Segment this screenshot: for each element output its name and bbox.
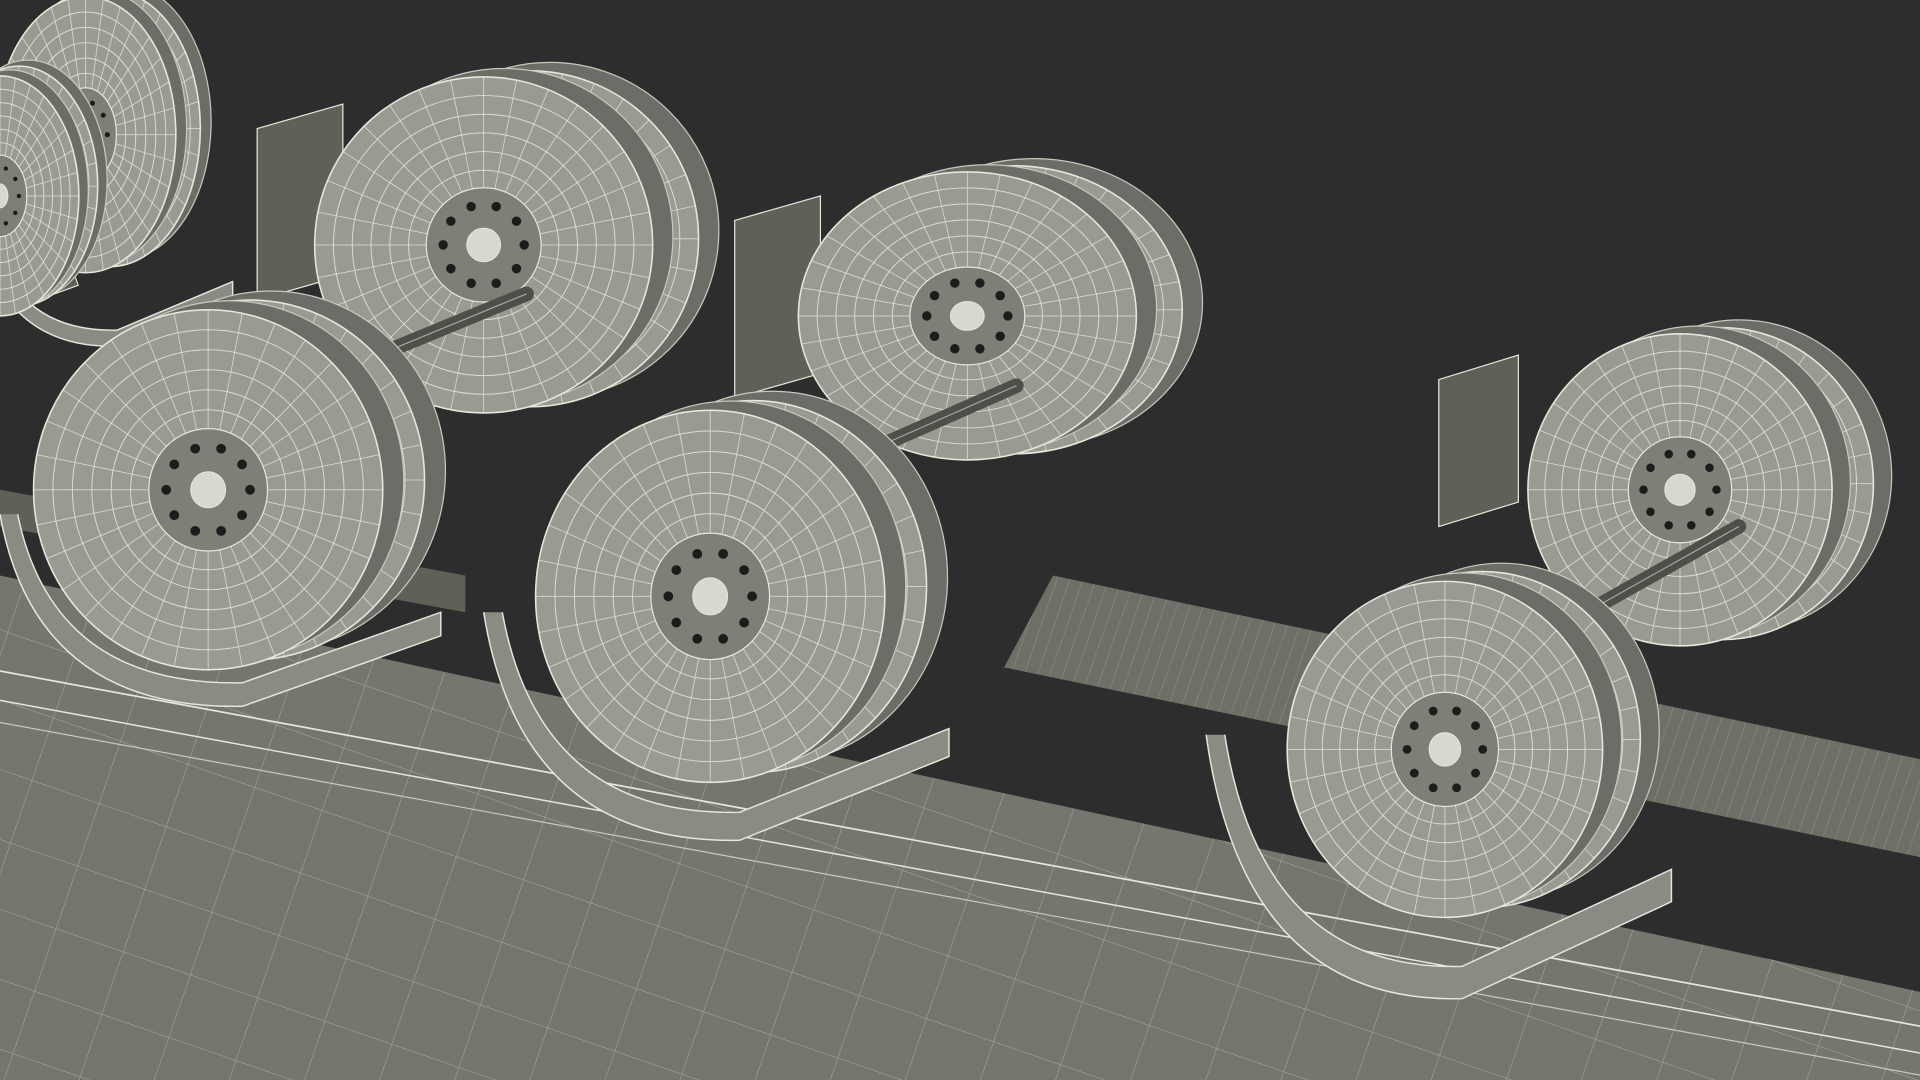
rim-hole: [100, 112, 106, 118]
hub-cap: [190, 471, 227, 509]
rim-hole: [1471, 721, 1480, 731]
rim-hole: [1712, 485, 1721, 495]
rim-hole: [3, 221, 9, 226]
rim-hole: [1664, 521, 1673, 530]
rim-hole: [1402, 744, 1412, 754]
rim-hole: [929, 290, 940, 301]
rim-hole: [663, 591, 674, 602]
rim-hole: [1428, 783, 1438, 793]
rim-hole: [671, 617, 682, 628]
rim-hole: [1646, 463, 1655, 473]
rim-hole: [446, 263, 456, 274]
rim-hole: [511, 216, 522, 226]
rim-hole: [1452, 706, 1462, 716]
rim-hole: [718, 548, 729, 559]
rim-hole: [169, 510, 180, 521]
rim-hole: [466, 278, 476, 288]
rim-hole: [3, 166, 9, 171]
mudflap: [1438, 354, 1519, 528]
rim-hole: [739, 617, 749, 628]
rim-hole: [747, 591, 758, 602]
hub-cap: [466, 227, 502, 263]
rim-hole: [491, 201, 501, 212]
hub-cap: [692, 577, 729, 616]
rim-hole: [1705, 463, 1714, 473]
rim-hole: [1646, 507, 1655, 517]
hub-cap: [1428, 732, 1462, 767]
rim-hole: [995, 290, 1005, 301]
rim-hole: [975, 278, 985, 288]
rim-hole: [922, 311, 932, 321]
rim-hole: [1003, 311, 1013, 321]
hub-cap: [1664, 473, 1696, 506]
rim-hole: [1705, 507, 1714, 517]
rim-hole: [216, 525, 227, 536]
rim-hole: [169, 459, 180, 470]
rim-hole: [216, 443, 227, 454]
rim-hole: [491, 278, 501, 288]
rim-hole: [1687, 521, 1696, 530]
rim-hole: [950, 278, 960, 288]
rim-hole: [519, 240, 529, 250]
rim-hole: [739, 565, 749, 575]
rim-hole: [466, 201, 476, 212]
rim-hole: [1409, 721, 1419, 731]
rim-hole: [13, 176, 18, 182]
rim-hole: [1471, 768, 1480, 778]
rim-hole: [671, 565, 682, 575]
rim-hole: [975, 344, 985, 354]
rim-hole: [245, 484, 255, 495]
rim-hole: [16, 193, 22, 199]
rim-hole: [929, 331, 940, 341]
rim-hole: [1428, 706, 1438, 716]
rim-hole: [692, 548, 703, 559]
rim-hole: [1409, 768, 1419, 778]
rim-hole: [1639, 485, 1648, 495]
rim-hole: [718, 633, 729, 644]
rim-hole: [161, 484, 172, 495]
rim-hole: [511, 263, 522, 274]
rim-hole: [950, 344, 960, 354]
rim-hole: [1687, 449, 1696, 459]
rim-hole: [446, 216, 456, 226]
rim-hole: [438, 240, 448, 250]
rim-hole: [1664, 449, 1673, 459]
rim-hole: [104, 132, 110, 138]
rim-hole: [1478, 744, 1488, 754]
rim-hole: [237, 459, 247, 470]
hub-cap: [949, 301, 985, 331]
trailer-wireframe-scene: [0, 0, 1920, 1080]
rim-hole: [190, 525, 201, 536]
rim-hole: [1452, 783, 1462, 793]
rim-hole: [13, 210, 18, 216]
rim-hole: [995, 331, 1005, 341]
rim-hole: [692, 633, 703, 644]
rim-hole: [89, 100, 95, 106]
rim-hole: [190, 443, 201, 454]
rim-hole: [237, 510, 247, 521]
